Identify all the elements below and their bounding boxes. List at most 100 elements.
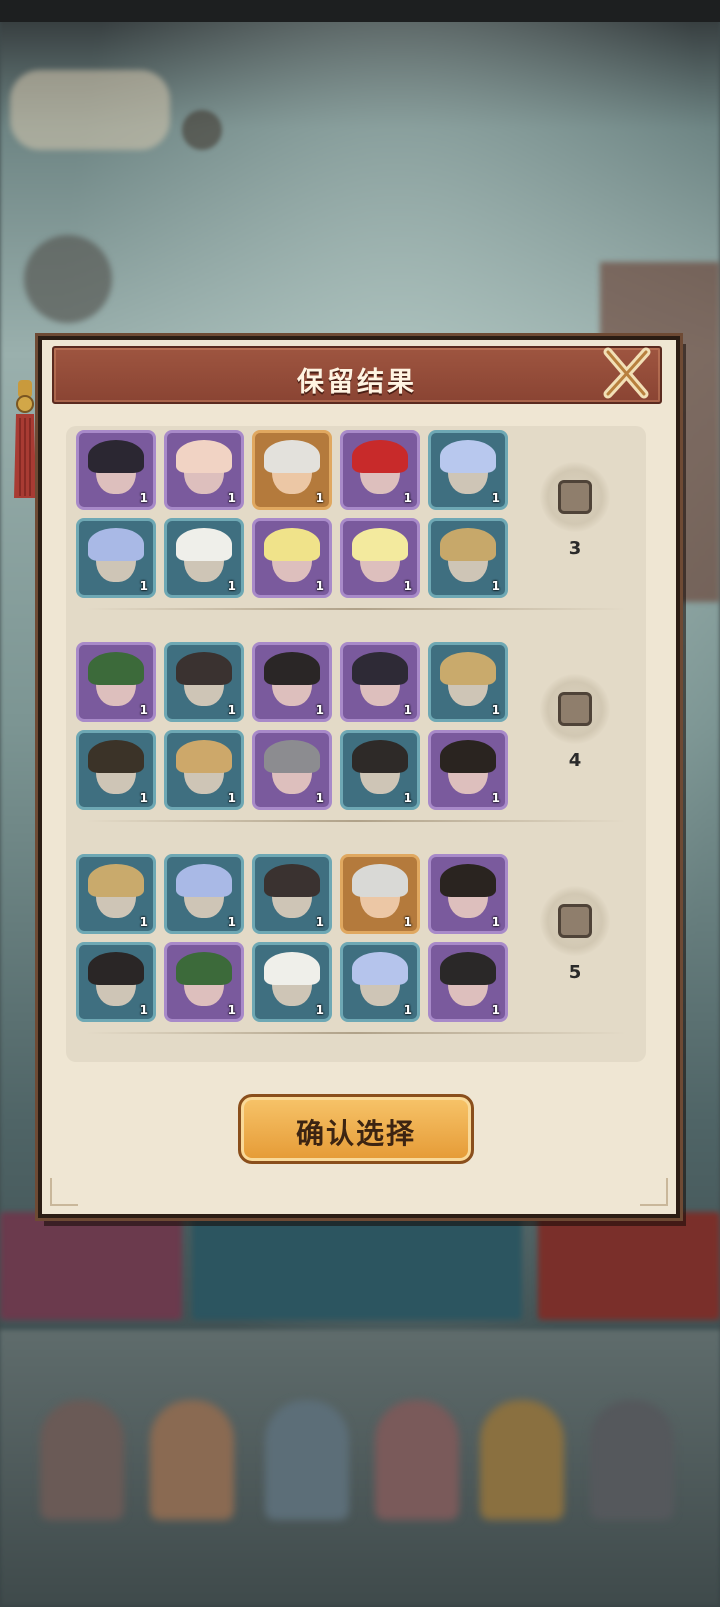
background-character [480, 1400, 564, 1520]
select-group-checkbox[interactable] [540, 886, 610, 956]
background-character [40, 1400, 124, 1520]
hero-card[interactable]: 1 [164, 730, 244, 810]
hero-hair [176, 739, 232, 773]
select-group-checkbox[interactable] [540, 674, 610, 744]
hero-hair [440, 739, 496, 773]
background-character [150, 1400, 234, 1520]
result-group-3: 1 1 1 1 1 1 1 1 1 1 5 [66, 844, 646, 1054]
hero-count: 1 [139, 915, 148, 929]
hero-card[interactable]: 1 [252, 518, 332, 598]
background-character [590, 1400, 674, 1520]
hero-card[interactable]: 1 [428, 730, 508, 810]
hero-card[interactable]: 1 [164, 430, 244, 510]
hero-count: 1 [403, 915, 412, 929]
hero-card[interactable]: 1 [340, 518, 420, 598]
hero-count: 1 [315, 791, 324, 805]
hero-count: 1 [491, 791, 500, 805]
hero-hair [440, 651, 496, 685]
confirm-selection-button[interactable]: 确认选择 [238, 1094, 474, 1164]
status-bar [0, 0, 720, 22]
hero-card[interactable]: 1 [252, 730, 332, 810]
hero-card[interactable]: 1 [340, 854, 420, 934]
hero-hair [176, 527, 232, 561]
hero-count: 1 [139, 1003, 148, 1017]
hero-card[interactable]: 1 [428, 430, 508, 510]
hero-card[interactable]: 1 [164, 642, 244, 722]
background-banner [538, 1212, 720, 1320]
hero-hair [176, 651, 232, 685]
corner-ornament [50, 1178, 78, 1206]
background-avatar [24, 235, 112, 323]
checkbox-box [558, 904, 592, 938]
hero-card[interactable]: 1 [252, 642, 332, 722]
hero-card[interactable]: 1 [340, 942, 420, 1022]
hero-count: 1 [227, 491, 236, 505]
hero-hair [352, 863, 408, 897]
background-character [375, 1400, 459, 1520]
background-character [265, 1400, 349, 1520]
checkbox-box [558, 480, 592, 514]
hero-hair [440, 527, 496, 561]
group-divider [86, 820, 626, 822]
hero-card[interactable]: 1 [252, 854, 332, 934]
hero-count: 1 [315, 491, 324, 505]
retain-results-dialog: 保留结果 1 1 1 1 1 1 1 1 1 1 3 1 1 1 1 1 1 1 1 1 1 4 1 1 1 1 1 1 1 1 1 1 5 确… [38, 336, 680, 1218]
close-icon[interactable] [600, 346, 654, 400]
hero-count: 1 [139, 703, 148, 717]
group-number-label: 4 [568, 750, 582, 771]
select-group-checkbox[interactable] [540, 462, 610, 532]
hero-count: 1 [403, 1003, 412, 1017]
hero-hair [88, 739, 144, 773]
tassel-decoration [14, 380, 36, 498]
hero-count: 1 [139, 579, 148, 593]
hero-card[interactable]: 1 [76, 642, 156, 722]
hero-hair [352, 527, 408, 561]
hero-hair [88, 439, 144, 473]
hero-card[interactable]: 1 [76, 518, 156, 598]
hero-card[interactable]: 1 [252, 430, 332, 510]
hero-count: 1 [227, 791, 236, 805]
hero-count: 1 [315, 703, 324, 717]
hero-card[interactable]: 1 [252, 942, 332, 1022]
checkbox-box [558, 692, 592, 726]
hero-hair [352, 439, 408, 473]
hero-card[interactable]: 1 [76, 942, 156, 1022]
hero-card[interactable]: 1 [340, 642, 420, 722]
hero-card[interactable]: 1 [428, 854, 508, 934]
hero-card[interactable]: 1 [340, 430, 420, 510]
hero-card[interactable]: 1 [76, 730, 156, 810]
hero-count: 1 [403, 791, 412, 805]
background-banner [192, 1212, 522, 1320]
hero-hair [88, 651, 144, 685]
hero-card[interactable]: 1 [428, 942, 508, 1022]
hero-count: 1 [491, 703, 500, 717]
hero-hair [264, 651, 320, 685]
hero-card[interactable]: 1 [164, 942, 244, 1022]
hero-count: 1 [315, 579, 324, 593]
hero-count: 1 [315, 915, 324, 929]
hero-card[interactable]: 1 [164, 854, 244, 934]
hero-hair [264, 439, 320, 473]
background-banner [0, 1212, 182, 1320]
hero-hair [176, 951, 232, 985]
hero-card[interactable]: 1 [428, 518, 508, 598]
hero-hair [352, 651, 408, 685]
hero-hair [440, 951, 496, 985]
hero-card[interactable]: 1 [76, 430, 156, 510]
hero-card[interactable]: 1 [428, 642, 508, 722]
group-divider [86, 608, 626, 610]
hero-hair [88, 527, 144, 561]
hero-card[interactable]: 1 [340, 730, 420, 810]
hero-count: 1 [139, 791, 148, 805]
hero-count: 1 [139, 491, 148, 505]
hero-card[interactable]: 1 [164, 518, 244, 598]
hero-card[interactable]: 1 [76, 854, 156, 934]
hero-count: 1 [491, 491, 500, 505]
hero-hair [440, 439, 496, 473]
result-group-2: 1 1 1 1 1 1 1 1 1 1 4 [66, 632, 646, 842]
hero-count: 1 [227, 703, 236, 717]
hero-count: 1 [403, 491, 412, 505]
hero-count: 1 [403, 579, 412, 593]
hero-count: 1 [403, 703, 412, 717]
hero-hair [176, 863, 232, 897]
